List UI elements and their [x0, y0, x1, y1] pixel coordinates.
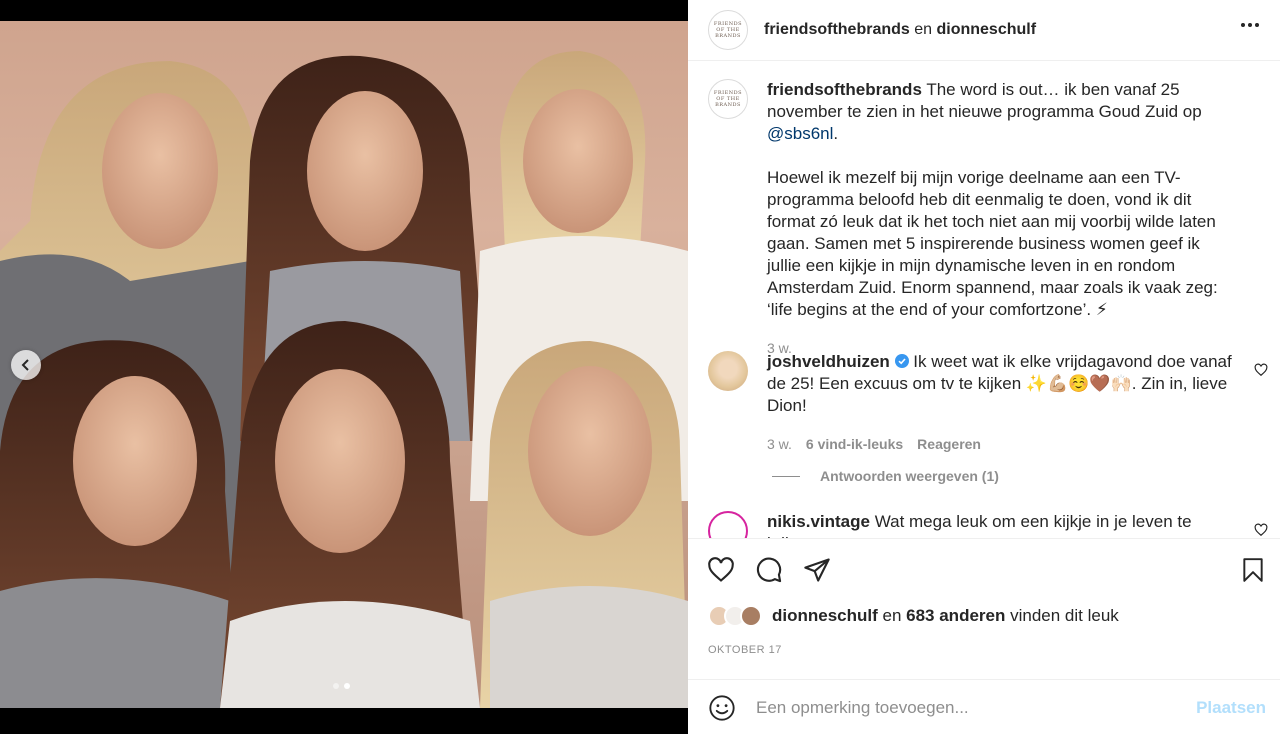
- liked-by-user[interactable]: dionneschulf: [772, 606, 878, 626]
- comment-like-icon[interactable]: [1254, 363, 1268, 377]
- post-actions: dionneschulf en 683 anderen vinden dit l…: [688, 538, 1280, 734]
- instagram-post-modal: FRIENDS OF THE BRANDS friendsofthebrands e…: [0, 0, 1280, 734]
- save-bookmark-icon[interactable]: [1240, 556, 1266, 584]
- more-options-button[interactable]: [1240, 15, 1260, 41]
- likes-connector: en: [877, 606, 907, 625]
- post-photo: [0, 21, 688, 708]
- likes-suffix: vinden dit leuk: [1005, 606, 1119, 625]
- verified-badge-icon: [894, 354, 909, 368]
- post-media: [0, 0, 688, 734]
- group-portrait-illustration: [0, 51, 688, 708]
- liker-avatar[interactable]: [740, 605, 762, 627]
- commenter-avatar[interactable]: [708, 351, 748, 391]
- likes-count-link[interactable]: 683 anderen: [906, 606, 1005, 626]
- commenter-username[interactable]: nikis.vintage: [767, 512, 870, 531]
- like-heart-icon[interactable]: [706, 556, 736, 584]
- action-icons: [706, 556, 1266, 586]
- comment-body: joshveldhuizen Ik weet wat ik elke vrijd…: [767, 351, 1237, 455]
- comment-item: nikis.vintage Wat mega leuk om een kijkj…: [708, 511, 1268, 538]
- carousel-indicator: [333, 683, 350, 689]
- post-date[interactable]: OKTOBER 17: [708, 644, 782, 656]
- comment-like-icon[interactable]: [1254, 523, 1268, 537]
- comment-likes[interactable]: 6 vind-ik-leuks: [806, 433, 903, 455]
- post-authors: friendsofthebrands en dionneschulf: [764, 21, 1036, 39]
- reply-button[interactable]: Reageren: [917, 433, 981, 455]
- caption-body: friendsofthebrands The word is out… ik b…: [767, 79, 1237, 359]
- post-details-panel: FRIENDS OF THE BRANDS friendsofthebrands e…: [688, 0, 1280, 734]
- post-header: FRIENDS OF THE BRANDS friendsofthebrands e…: [688, 0, 1280, 61]
- commenter-avatar[interactable]: [708, 511, 748, 538]
- view-replies-label: Antwoorden weergeven (1): [820, 468, 999, 484]
- comment-input[interactable]: [756, 697, 1197, 718]
- caption-avatar[interactable]: FRIENDS OF THE BRANDS: [708, 79, 748, 119]
- post-comment-button[interactable]: Plaatsen: [1196, 698, 1266, 718]
- author-link-2[interactable]: dionneschulf: [936, 21, 1036, 38]
- more-horizontal-icon: [1241, 23, 1259, 27]
- comment-body: nikis.vintage Wat mega leuk om een kijkj…: [767, 511, 1237, 538]
- author-avatar[interactable]: FRIENDS OF THE BRANDS: [708, 10, 748, 50]
- carousel-prev-button[interactable]: [11, 350, 41, 380]
- emoji-smiley-icon[interactable]: [708, 694, 736, 722]
- liker-avatars: [708, 605, 762, 627]
- share-paper-plane-icon[interactable]: [803, 556, 831, 584]
- author-link-1[interactable]: friendsofthebrands: [764, 21, 910, 38]
- comment-bubble-icon[interactable]: [755, 556, 783, 584]
- add-comment-bar: Plaatsen: [688, 679, 1280, 734]
- mention-link[interactable]: @sbs6nl: [767, 124, 833, 143]
- caption-text-end: .: [833, 124, 839, 143]
- comments-section[interactable]: FRIENDS OF THE BRANDS friendsofthebrands T…: [688, 61, 1280, 538]
- carousel-dot-active: [344, 683, 350, 689]
- view-replies-button[interactable]: Antwoorden weergeven (1): [772, 468, 999, 484]
- caption-username[interactable]: friendsofthebrands: [767, 80, 922, 99]
- comment-meta: 3 w. 6 vind-ik-leuks Reageren: [767, 433, 1237, 455]
- brand-logo: FRIENDS OF THE BRANDS: [713, 21, 743, 39]
- caption-paragraph: Hoewel ik mezelf bij mijn vorige deelnam…: [767, 168, 1218, 319]
- caption: FRIENDS OF THE BRANDS friendsofthebrands T…: [708, 79, 1260, 359]
- likes-summary: dionneschulf en 683 anderen vinden dit l…: [708, 605, 1119, 627]
- commenter-username[interactable]: joshveldhuizen: [767, 352, 890, 371]
- brand-logo: FRIENDS OF THE BRANDS: [713, 90, 743, 108]
- comment-item: joshveldhuizen Ik weet wat ik elke vrijd…: [708, 351, 1268, 455]
- authors-connector: en: [909, 21, 937, 38]
- carousel-dot: [333, 683, 339, 689]
- comment-time[interactable]: 3 w.: [767, 433, 792, 455]
- chevron-left-icon: [21, 359, 29, 371]
- replies-divider: [772, 475, 800, 477]
